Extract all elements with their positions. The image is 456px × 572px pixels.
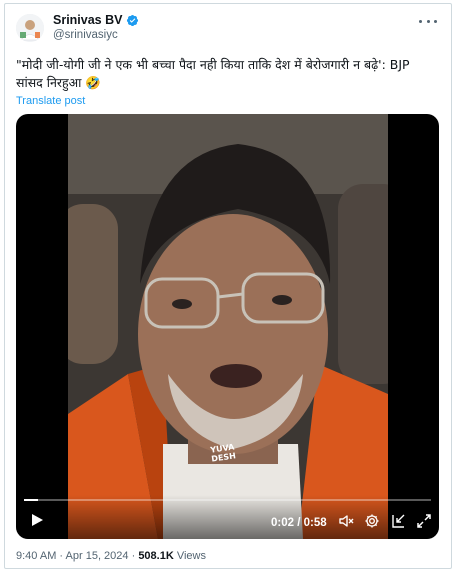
tweet-meta: 9:40 AM · Apr 15, 2024 · 508.1K Views	[16, 550, 206, 562]
video-progress-fill	[24, 499, 39, 501]
post-date[interactable]: Apr 15, 2024	[66, 550, 129, 562]
author-handle[interactable]: @srinivasiyc	[53, 29, 118, 41]
settings-gear-icon[interactable]	[364, 513, 380, 534]
more-options-icon[interactable]	[419, 16, 437, 26]
video-progress-bar[interactable]	[24, 499, 431, 501]
video-time: 0:02 / 0:58	[271, 517, 327, 529]
meta-separator: ·	[128, 550, 139, 562]
avatar[interactable]	[16, 14, 44, 42]
tweet-text: "मोदी जी-योगी जी ने एक भी बच्चा पैदा नही…	[16, 57, 410, 90]
author-name[interactable]: Srinivas BV	[53, 13, 122, 27]
meta-separator: ·	[56, 550, 66, 562]
views-count: 508.1K	[138, 550, 174, 562]
views-label: Views	[173, 550, 206, 562]
video-frame: YUVA DESH	[68, 114, 388, 539]
post-time[interactable]: 9:40 AM	[16, 550, 56, 562]
tweet-card: Srinivas BV @srinivasiyc "मोदी जी-योगी ज…	[4, 3, 452, 569]
fullscreen-icon[interactable]	[416, 513, 432, 534]
play-icon[interactable]	[30, 513, 44, 532]
volume-muted-icon[interactable]	[338, 513, 354, 534]
translate-post-link[interactable]: Translate post	[16, 95, 85, 107]
verified-badge-icon	[126, 14, 139, 27]
video-controls: 0:02 / 0:58	[16, 495, 439, 539]
video-player[interactable]: YUVA DESH 0:02 / 0:58	[16, 114, 439, 539]
picture-in-picture-icon[interactable]	[390, 513, 406, 534]
